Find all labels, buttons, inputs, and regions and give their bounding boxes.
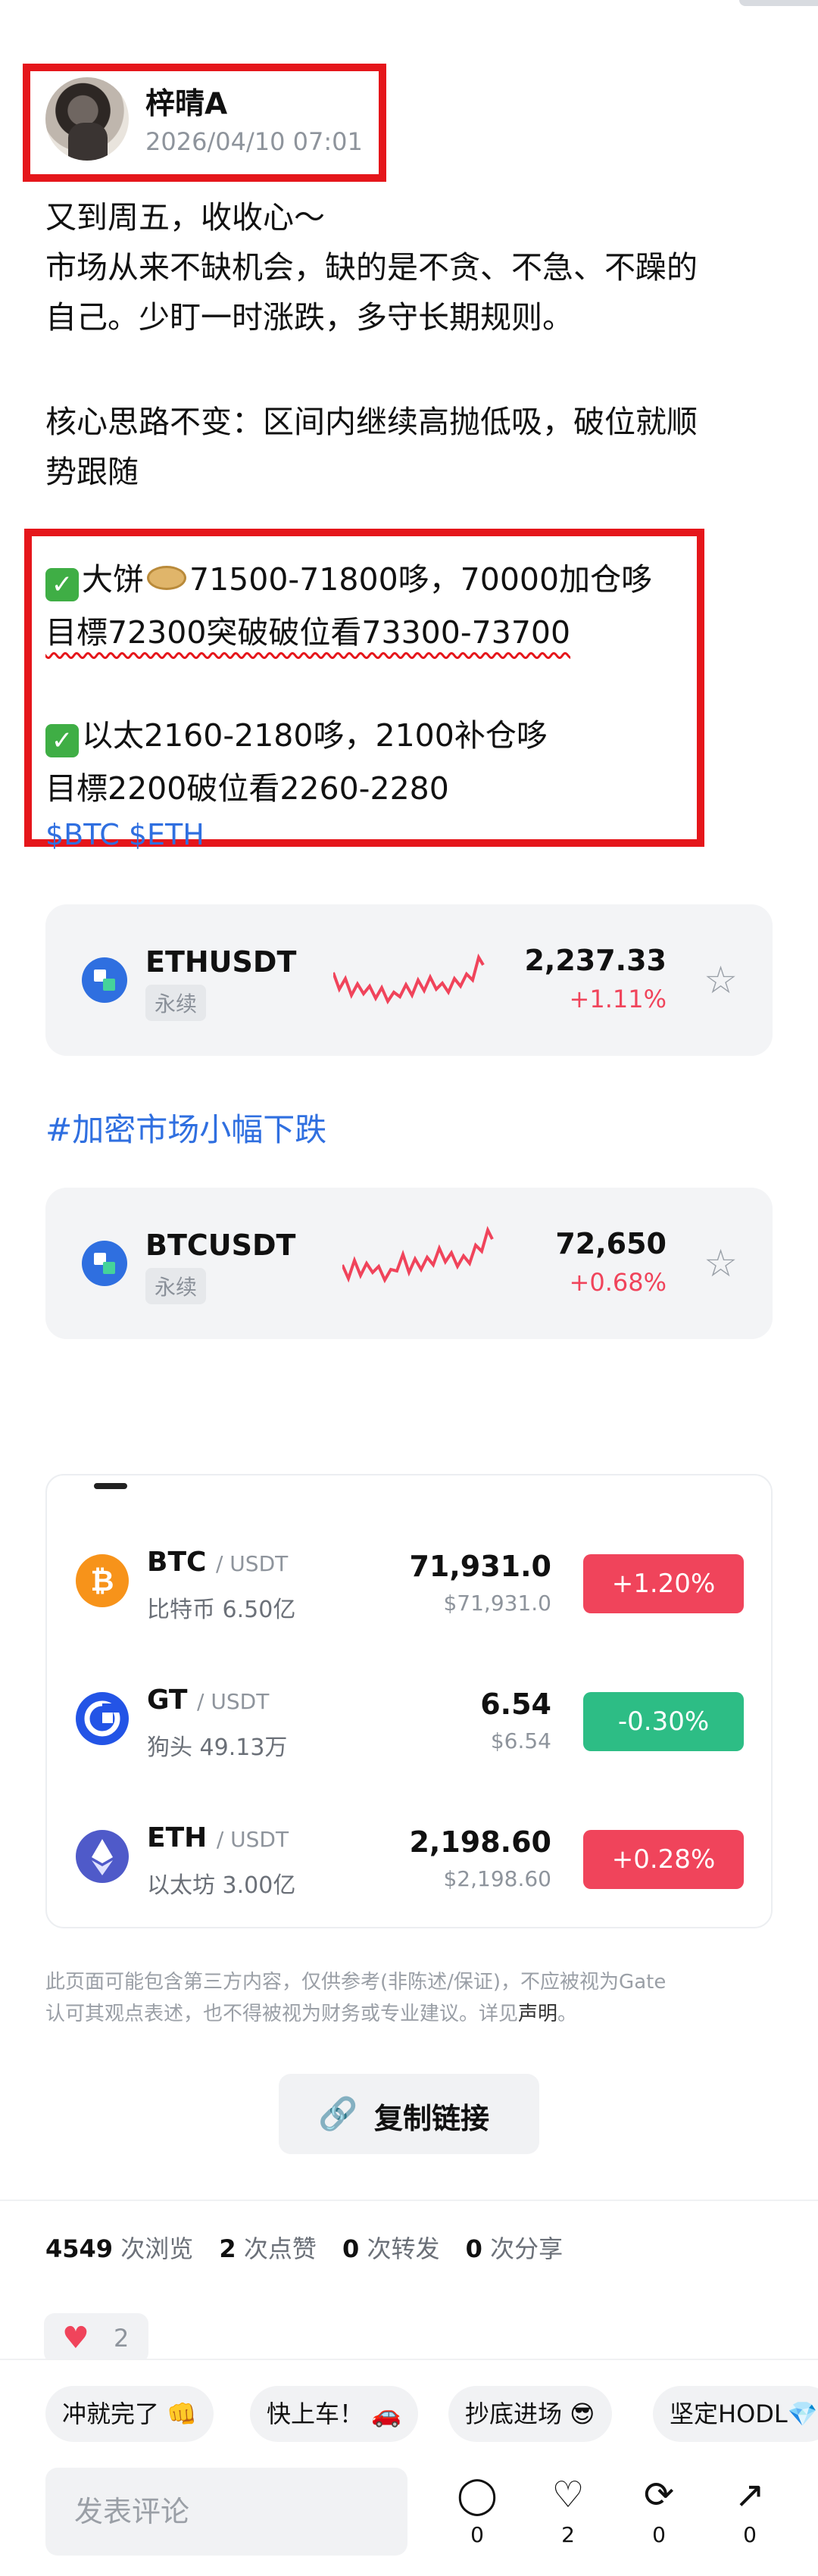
market-change-badge[interactable]: +0.28% bbox=[583, 1830, 744, 1889]
post-line-core-1: 核心思路不变：区间内继续高抛低吸，破位就顺 bbox=[45, 404, 698, 440]
market-usd-price: $2,198.60 bbox=[443, 1866, 551, 1891]
hashtag-link[interactable]: #加密市场小幅下跌 bbox=[45, 1104, 326, 1151]
shares-count: 0 bbox=[465, 2234, 482, 2263]
market-price: 6.54 bbox=[480, 1688, 551, 1721]
market-list-handle bbox=[94, 1483, 127, 1489]
market-list: ₿ BTC / USDT 比特币 6.50亿 71,931.0 $71,931.… bbox=[45, 1474, 773, 1928]
copy-link-button[interactable]: 🔗 复制链接 bbox=[279, 2074, 539, 2154]
ticker-price: 72,650 bbox=[555, 1227, 667, 1260]
post-stats: 4549 次浏览 2 次点赞 0 次转发 0 次分享 bbox=[45, 2234, 564, 2263]
star-icon[interactable]: ☆ bbox=[704, 1241, 738, 1286]
eth-icon bbox=[76, 1830, 129, 1883]
repost-icon: ⟳ bbox=[643, 2474, 675, 2516]
btc-strategy-line-2: 目標72300突破破位看73300-73700 bbox=[45, 614, 571, 651]
eth-strategy-line-1: ✓ 以太2160-2180哆，2100补仓哆 bbox=[45, 709, 548, 762]
market-symbol: ETH bbox=[147, 1822, 208, 1853]
market-change-badge[interactable]: +1.20% bbox=[583, 1554, 744, 1613]
ticker-type-badge: 永续 bbox=[145, 1268, 207, 1304]
ticker-symbol: ETHUSDT bbox=[145, 945, 297, 979]
post-line-1: 又到周五，收收心～ bbox=[45, 199, 325, 236]
quick-reply-chip[interactable]: 冲就完了 👊 bbox=[45, 2386, 214, 2442]
market-price: 2,198.60 bbox=[409, 1825, 551, 1859]
share-action[interactable]: ↗ 0 bbox=[720, 2474, 780, 2547]
avatar[interactable] bbox=[45, 77, 129, 161]
btc-strategy-line-1: ✓ 大饼 71500-71800哆，70000加仓哆 bbox=[45, 553, 652, 606]
market-volume: 49.13万 bbox=[199, 1735, 288, 1761]
sparkline-chart bbox=[333, 953, 485, 1005]
top-pill bbox=[739, 0, 818, 6]
reposts-count: 0 bbox=[342, 2234, 360, 2263]
market-volume: 6.50亿 bbox=[222, 1597, 296, 1623]
gt-icon bbox=[76, 1692, 129, 1745]
sparkline-chart bbox=[342, 1226, 494, 1284]
market-row-btc[interactable]: ₿ BTC / USDT 比特币 6.50亿 71,931.0 $71,931.… bbox=[47, 1515, 771, 1651]
ticker-price: 2,237.33 bbox=[524, 944, 667, 977]
ticker-change: +1.11% bbox=[569, 985, 667, 1013]
author-name[interactable]: 梓晴A bbox=[145, 80, 227, 123]
post-line-3: 自己。少盯一时涨跌，多守长期规则。 bbox=[45, 299, 573, 336]
ticker-card-btc[interactable]: BTCUSDT 永续 72,650 +0.68% ☆ bbox=[45, 1188, 773, 1339]
link-icon: 🔗 bbox=[318, 2095, 358, 2132]
gate-coin-icon bbox=[82, 957, 127, 1003]
post-line-2: 市场从来不缺机会，缺的是不贪、不急、不躁的 bbox=[45, 249, 698, 286]
ticker-change: +0.68% bbox=[569, 1268, 667, 1297]
heart-outline-icon: ♡ bbox=[551, 2474, 585, 2516]
ticker-symbol: BTCUSDT bbox=[145, 1229, 296, 1262]
bottom-bar: 冲就完了 👊 快上车！ 🚗 抄底进场 😎 坚定HODL💎 发表评论 ◯ 0 ♡ … bbox=[0, 2359, 818, 2576]
market-quote: / USDT bbox=[215, 1551, 289, 1576]
market-row-eth[interactable]: ETH / USDT 以太坊 3.00亿 2,198.60 $2,198.60 … bbox=[47, 1791, 771, 1927]
comment-action[interactable]: ◯ 0 bbox=[447, 2474, 507, 2547]
market-usd-price: $6.54 bbox=[490, 1728, 551, 1753]
market-symbol: GT bbox=[147, 1685, 188, 1716]
views-count: 4549 bbox=[45, 2234, 114, 2263]
market-row-gt[interactable]: GT / USDT 狗头 49.13万 6.54 $6.54 -0.30% bbox=[47, 1653, 771, 1789]
likes-count: 2 bbox=[219, 2234, 236, 2263]
check-icon: ✓ bbox=[45, 568, 79, 601]
divider bbox=[0, 2200, 818, 2201]
coin-tags[interactable]: $BTC $ETH bbox=[45, 818, 204, 851]
market-name: 比特币 bbox=[147, 1597, 215, 1623]
market-quote: / USDT bbox=[197, 1689, 270, 1714]
market-name: 狗头 bbox=[147, 1735, 192, 1761]
reaction-chip[interactable]: ♥ 2 bbox=[44, 2313, 148, 2363]
gate-coin-icon bbox=[82, 1241, 127, 1286]
market-usd-price: $71,931.0 bbox=[443, 1591, 551, 1616]
cake-emoji-icon bbox=[147, 566, 186, 590]
post-timestamp: 2026/04/10 07:01 bbox=[145, 127, 363, 156]
market-name: 以太坊 bbox=[147, 1872, 215, 1899]
comment-input[interactable]: 发表评论 bbox=[45, 2468, 407, 2556]
comment-bubble-icon: ◯ bbox=[457, 2474, 498, 2516]
quick-reply-chip[interactable]: 抄底进场 😎 bbox=[448, 2386, 612, 2442]
market-quote: / USDT bbox=[216, 1827, 289, 1852]
btc-icon: ₿ bbox=[76, 1554, 129, 1607]
disclaimer: 此页面可能包含第三方内容，仅供参考(非陈述/保证)，不应被视为Gate 认可其观… bbox=[45, 1971, 667, 2025]
ticker-type-badge: 永续 bbox=[145, 985, 207, 1021]
share-icon: ↗ bbox=[734, 2474, 766, 2516]
quick-reply-chip[interactable]: 快上车！ 🚗 bbox=[250, 2386, 419, 2442]
market-price: 71,931.0 bbox=[409, 1550, 551, 1583]
quick-reply-chip[interactable]: 坚定HODL💎 bbox=[653, 2386, 818, 2442]
repost-action[interactable]: ⟳ 0 bbox=[629, 2474, 689, 2547]
market-symbol: BTC bbox=[147, 1547, 207, 1578]
disclaimer-link[interactable]: 声明 bbox=[518, 2003, 557, 2025]
like-action[interactable]: ♡ 2 bbox=[538, 2474, 598, 2547]
market-change-badge[interactable]: -0.30% bbox=[583, 1692, 744, 1751]
market-volume: 3.00亿 bbox=[222, 1872, 296, 1899]
eth-strategy-line-2: 目標2200破位看2260-2280 bbox=[45, 770, 449, 807]
heart-icon: ♥ bbox=[62, 2321, 89, 2356]
post-line-core-2: 势跟随 bbox=[45, 454, 139, 490]
check-icon: ✓ bbox=[45, 724, 79, 757]
star-icon[interactable]: ☆ bbox=[704, 957, 738, 1003]
ticker-card-eth[interactable]: ETHUSDT 永续 2,237.33 +1.11% ☆ bbox=[45, 904, 773, 1056]
